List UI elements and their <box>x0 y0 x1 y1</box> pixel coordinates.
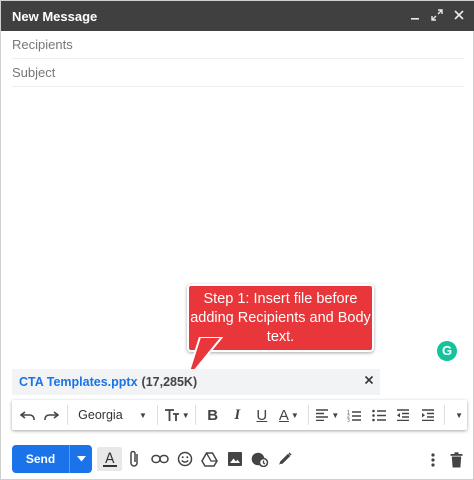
chevron-down-icon: ▼ <box>290 410 299 420</box>
bulleted-list-icon[interactable] <box>367 403 392 427</box>
attachment-chip[interactable]: CTA Templates.pptx (17,285K) <box>12 369 380 395</box>
pop-out-icon[interactable] <box>427 8 447 24</box>
insert-photo-icon[interactable] <box>222 447 247 471</box>
indent-less-icon[interactable] <box>391 403 416 427</box>
window-controls <box>405 8 474 24</box>
chevron-down-icon <box>76 456 86 462</box>
subject-field[interactable]: Subject <box>12 59 464 87</box>
compose-bottom-bar: Send A <box>1 439 474 480</box>
font-name: Georgia <box>78 408 123 422</box>
attach-file-icon[interactable] <box>122 447 147 471</box>
bold-icon[interactable]: B <box>200 403 225 427</box>
compose-title-bar: New Message <box>1 1 474 31</box>
compose-window: New Message Recipients Subject Step 1: I… <box>0 0 474 480</box>
svg-text:A: A <box>105 451 115 467</box>
attachment-size: (17,285K) <box>141 375 198 389</box>
text-color-icon[interactable]: A ▼ <box>274 403 303 427</box>
toolbar-divider <box>195 405 197 425</box>
svg-text:3: 3 <box>347 417 350 422</box>
minimize-icon[interactable] <box>405 9 425 24</box>
compose-actions: A <box>97 447 297 471</box>
send-button[interactable]: Send <box>12 445 69 473</box>
toolbar-divider <box>307 405 309 425</box>
toolbar-divider <box>156 405 158 425</box>
chevron-down-icon: ▼ <box>181 410 190 420</box>
chevron-down-icon: ▼ <box>331 410 340 420</box>
align-icon[interactable]: ▼ <box>313 403 342 427</box>
toolbar-divider <box>67 405 69 425</box>
chevron-down-icon: ▼ <box>139 410 147 420</box>
redo-icon[interactable] <box>40 403 64 427</box>
font-select[interactable]: Georgia ▼ <box>72 403 153 427</box>
indent-more-icon[interactable] <box>416 403 441 427</box>
close-icon[interactable] <box>364 373 374 388</box>
window-title: New Message <box>12 8 98 24</box>
formatting-options-icon[interactable]: A <box>97 447 122 471</box>
font-size-icon[interactable]: ▼ <box>162 403 191 427</box>
numbered-list-icon[interactable]: 123 <box>342 403 367 427</box>
google-drive-icon[interactable] <box>197 447 222 471</box>
underline-icon[interactable]: U <box>250 403 275 427</box>
more-options-icon[interactable] <box>425 450 441 470</box>
close-icon[interactable] <box>449 9 469 24</box>
toolbar-divider <box>444 405 446 425</box>
attachment-name[interactable]: CTA Templates.pptx <box>19 375 138 389</box>
discard-draft-icon[interactable] <box>447 450 465 470</box>
italic-icon[interactable]: I <box>225 403 250 427</box>
formatting-toolbar: Georgia ▼ ▼ B I U A ▼ ▼ 123 ▼ <box>12 400 467 430</box>
confidential-mode-icon[interactable] <box>247 447 272 471</box>
undo-icon[interactable] <box>16 403 40 427</box>
send-button-group: Send <box>12 445 92 473</box>
insert-signature-icon[interactable] <box>272 447 297 471</box>
more-formatting-icon[interactable]: ▼ <box>449 403 467 427</box>
send-options-button[interactable] <box>69 445 92 473</box>
insert-link-icon[interactable] <box>147 447 172 471</box>
recipients-field[interactable]: Recipients <box>12 31 464 59</box>
chevron-down-icon: ▼ <box>455 410 464 420</box>
grammarly-icon[interactable]: G <box>437 341 457 361</box>
insert-emoji-icon[interactable] <box>172 447 197 471</box>
